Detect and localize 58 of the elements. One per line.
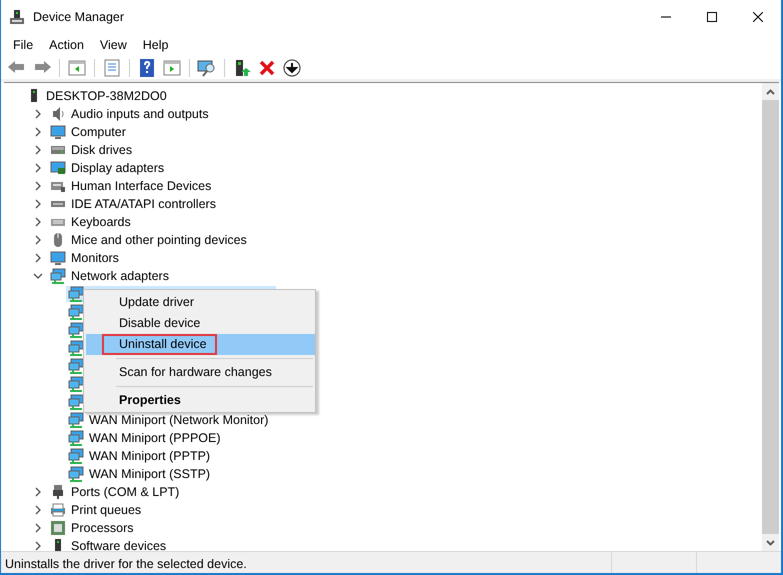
scroll-up-button[interactable] <box>762 83 779 100</box>
network-icon <box>68 304 84 320</box>
app-icon <box>9 9 25 25</box>
chevron-down-icon <box>766 540 775 546</box>
menu-item[interactable]: Help <box>134 36 176 54</box>
menu-item[interactable]: Scan for hardware changes <box>86 362 315 383</box>
speaker-icon <box>50 106 66 122</box>
printer-icon <box>50 502 66 518</box>
menu-item[interactable]: Properties <box>86 390 315 411</box>
network-icon <box>68 430 84 446</box>
menu-item[interactable]: View <box>92 36 135 54</box>
menu-item[interactable]: Action <box>41 36 92 54</box>
menu-item[interactable]: File <box>5 36 42 54</box>
network-icon <box>68 286 84 302</box>
port-icon <box>50 484 66 500</box>
tree-item[interactable]: Monitors <box>69 250 121 266</box>
monitor-icon <box>50 124 66 140</box>
scan-monitor-icon <box>197 58 217 78</box>
network-icon <box>68 448 84 464</box>
scroll-down-button[interactable] <box>762 534 779 551</box>
tree-item[interactable]: WAN Miniport (PPTP) <box>87 448 212 464</box>
network-icon <box>50 268 66 284</box>
close-icon <box>753 12 763 22</box>
network-icon <box>68 376 84 392</box>
tree-item[interactable]: WAN Miniport (PPPOE) <box>87 430 223 446</box>
tree-item[interactable]: DESKTOP-38M2DO0 <box>44 88 169 104</box>
tree-item[interactable]: WAN Miniport (SSTP) <box>87 466 212 482</box>
tree-item[interactable]: Network adapters <box>69 268 171 284</box>
chevron-up-icon <box>766 88 775 94</box>
network-icon <box>68 466 84 482</box>
tree-item[interactable]: WAN Miniport (Network Monitor) <box>87 412 270 428</box>
tree-item[interactable]: Computer <box>69 124 128 140</box>
menu-item[interactable]: Disable device <box>86 313 315 334</box>
tree-item[interactable]: IDE ATA/ATAPI controllers <box>69 196 218 212</box>
window-title: Device Manager <box>33 8 124 26</box>
tree-item[interactable]: Disk drives <box>69 142 134 158</box>
tree-item[interactable]: Processors <box>69 520 136 536</box>
tree-item[interactable]: Ports (COM & LPT) <box>69 484 182 500</box>
maximize-icon <box>707 12 717 22</box>
download-button[interactable] <box>281 56 303 78</box>
menu-item[interactable]: Update driver <box>86 292 315 313</box>
display-adapter-icon <box>50 160 66 176</box>
tree-item[interactable]: Human Interface Devices <box>69 178 214 194</box>
processor-icon <box>50 520 66 536</box>
tree-item[interactable]: Display adapters <box>69 160 166 176</box>
menu-item[interactable]: Uninstall device <box>86 334 315 355</box>
network-icon <box>68 412 84 428</box>
tree-item[interactable]: Software devices <box>69 538 168 551</box>
tree-item[interactable]: Print queues <box>69 502 144 518</box>
status-text: Uninstalls the driver for the selected device. <box>4 556 248 573</box>
network-icon <box>68 394 84 410</box>
monitor-icon <box>50 250 66 266</box>
network-icon <box>68 340 84 356</box>
network-icon <box>68 322 84 338</box>
network-icon <box>68 358 84 374</box>
tree-item[interactable]: Mice and other pointing devices <box>69 232 249 248</box>
tree-item[interactable]: Keyboards <box>69 214 133 230</box>
tree-item[interactable]: Audio inputs and outputs <box>69 106 211 122</box>
